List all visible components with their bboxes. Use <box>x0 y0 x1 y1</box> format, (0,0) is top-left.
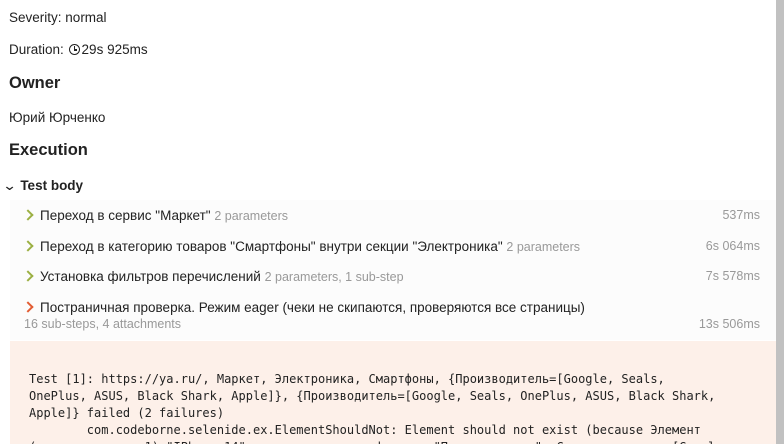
step-title: Переход в сервис "Маркет" <box>40 208 211 223</box>
duration-value: 29s 925ms <box>81 42 148 57</box>
clock-icon <box>68 44 80 55</box>
step-duration: 13s 506ms <box>698 317 760 331</box>
step-meta: 2 parameters <box>506 240 581 254</box>
test-result-panel: Severity: normal Duration: 29s 925ms Own… <box>0 0 776 444</box>
step-title: Переход в категорию товаров "Смартфоны" … <box>40 239 503 254</box>
step-meta: 2 parameters <box>214 209 288 223</box>
step-meta: 16 sub-steps, 4 attachments <box>24 317 182 331</box>
steps-list: Переход в сервис "Маркет" 2 parameters 5… <box>10 200 776 340</box>
scrollbar[interactable] <box>776 0 784 444</box>
step-duration: 537ms <box>722 208 760 222</box>
chevron-right-icon <box>22 301 34 313</box>
owner-name: Юрий Юрченко <box>9 110 106 125</box>
step-duration: 6s 064ms <box>705 239 760 253</box>
execution-heading: Execution <box>9 141 88 159</box>
step-meta: 2 parameters, 1 sub-step <box>264 270 404 284</box>
chevron-right-icon <box>22 240 34 252</box>
step-title: Постраничная проверка. Режим eager (чеки… <box>40 300 585 315</box>
severity-value: normal <box>65 10 107 25</box>
error-message: Test [1]: https://ya.ru/, Маркет, Электр… <box>29 372 723 444</box>
step-item-failed[interactable]: Постраничная проверка. Режим eager (чеки… <box>22 300 760 334</box>
step-title: Установка фильтров перечислений <box>40 269 261 284</box>
test-body-label: Test body <box>20 178 84 193</box>
step-item[interactable]: Переход в категорию товаров "Смартфоны" … <box>22 239 760 254</box>
chevron-down-icon: ⌄ <box>2 178 18 193</box>
step-item[interactable]: Установка фильтров перечислений 2 parame… <box>22 269 760 284</box>
severity: Severity: normal <box>9 10 107 25</box>
chevron-right-icon <box>22 270 34 282</box>
severity-label: Severity: <box>9 10 62 25</box>
test-body-toggle[interactable]: ⌄ Test body <box>2 178 84 194</box>
error-message-block: Test [1]: https://ya.ru/, Маркет, Электр… <box>10 341 776 444</box>
chevron-right-icon <box>22 209 34 221</box>
duration: Duration: 29s 925ms <box>9 42 148 57</box>
step-duration: 7s 578ms <box>705 269 760 283</box>
step-item[interactable]: Переход в сервис "Маркет" 2 parameters 5… <box>22 208 760 223</box>
owner-heading: Owner <box>9 74 61 92</box>
duration-label: Duration: <box>9 42 64 57</box>
